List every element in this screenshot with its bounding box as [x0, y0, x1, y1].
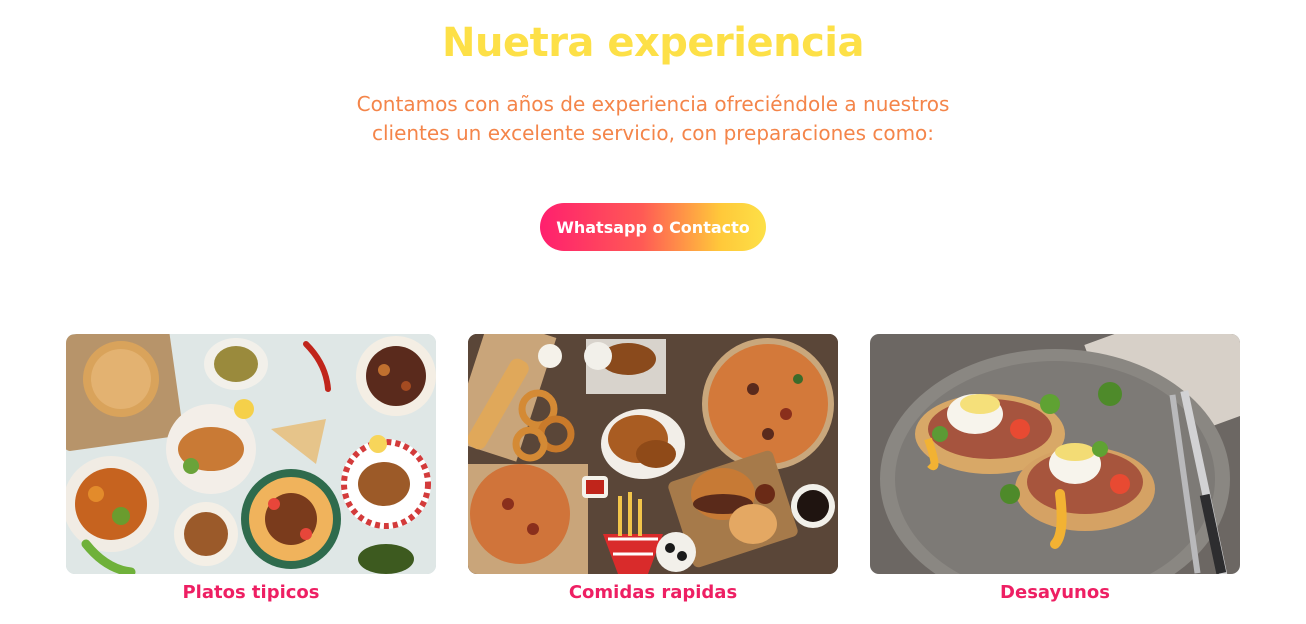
category-cards: Platos tipicos Comidas rapidas Desayunos [66, 334, 1240, 614]
card-desayunos[interactable]: Desayunos [870, 334, 1240, 604]
section-title: Nuetra experiencia [442, 20, 865, 66]
fast-food-image[interactable] [468, 334, 838, 574]
traditional-dishes-image[interactable] [66, 334, 436, 574]
whatsapp-contact-button[interactable]: Whatsapp o Contacto [540, 203, 766, 251]
card-platos-tipicos[interactable]: Platos tipicos [66, 334, 436, 604]
card-label-platos-tipicos: Platos tipicos [182, 582, 320, 603]
section-description: Contamos con años de experiencia ofrecié… [356, 92, 950, 145]
card-label-comidas-rapidas: Comidas rapidas [568, 582, 738, 603]
breakfast-image[interactable] [870, 334, 1240, 574]
experience-section: Nuetra experiencia Contamos con años de … [0, 0, 1306, 624]
card-label-desayunos: Desayunos [1000, 582, 1110, 603]
card-comidas-rapidas[interactable]: Comidas rapidas [468, 334, 838, 604]
